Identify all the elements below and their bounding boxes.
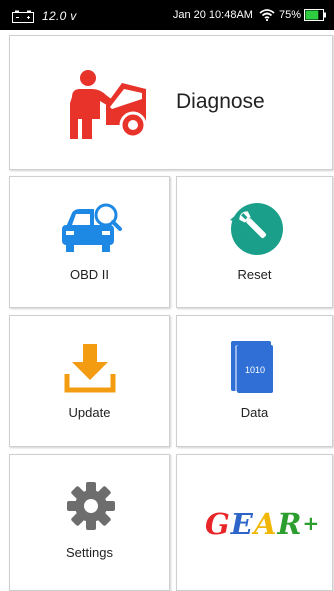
gear-logo-letter: G xyxy=(205,507,231,541)
download-icon xyxy=(64,344,116,393)
reset-label: Reset xyxy=(237,267,272,282)
datetime: Jan 20 10:48AM xyxy=(172,9,253,21)
update-label: Update xyxy=(68,405,111,420)
gear-logo-letter: A xyxy=(253,507,278,541)
obd2-label: OBD II xyxy=(69,267,109,282)
car-battery-icon xyxy=(12,10,34,23)
gear-icon xyxy=(67,482,115,530)
data-label: Data xyxy=(240,405,269,420)
wifi-icon xyxy=(259,9,275,21)
settings-label: Settings xyxy=(66,545,113,560)
car-search-icon xyxy=(62,203,122,252)
battery-percent: 75% xyxy=(278,9,301,21)
settings-button[interactable]: Settings xyxy=(9,454,170,591)
diagnose-label: Diagnose xyxy=(176,90,265,113)
update-button[interactable]: Update xyxy=(9,315,170,447)
obd2-button[interactable]: OBD II xyxy=(9,176,170,308)
data-button[interactable]: 1010 Data xyxy=(176,315,333,447)
gear-logo-letter: E xyxy=(230,507,254,541)
voltage-value: 12.0 v xyxy=(42,9,77,23)
reset-wrench-icon xyxy=(230,203,283,255)
gear-plus-logo: GEAR+ xyxy=(205,507,320,541)
gear-logo-plus: + xyxy=(302,511,321,535)
battery-icon xyxy=(304,9,326,21)
data-book-text: 1010 xyxy=(245,365,265,375)
voltage-indicator: 12.0 v xyxy=(12,9,77,23)
diagnose-button[interactable]: Diagnose xyxy=(9,35,333,170)
reset-button[interactable]: Reset xyxy=(176,176,333,308)
car-mechanic-icon xyxy=(70,70,147,139)
status-right: Jan 20 10:48AM 75% xyxy=(173,9,326,21)
status-bar: 12.0 v Jan 20 10:48AM 75% xyxy=(0,0,334,30)
gear-logo-letter: R xyxy=(277,507,303,541)
gear-plus-button[interactable]: GEAR+ xyxy=(176,454,333,591)
data-book-icon: 1010 xyxy=(231,341,273,393)
